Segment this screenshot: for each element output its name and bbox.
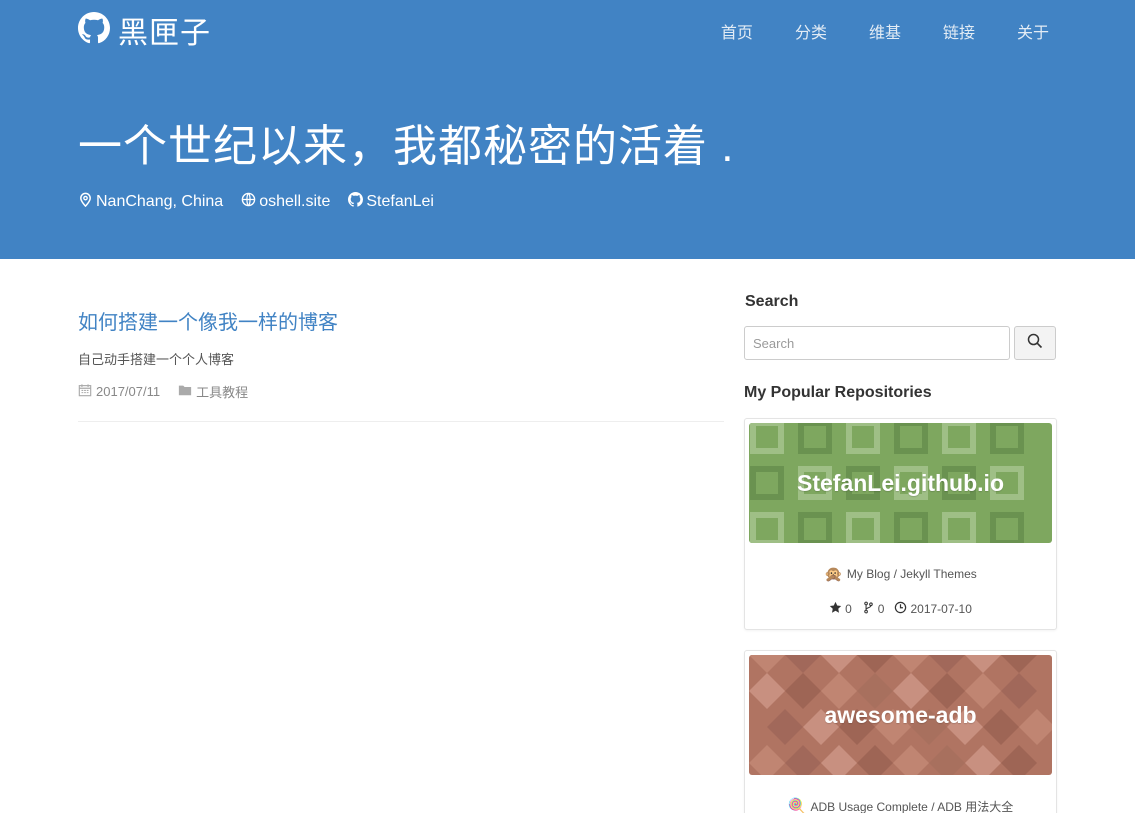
- post-category-text: 工具教程: [196, 385, 249, 400]
- post-date-text: 2017/07/11: [96, 384, 161, 399]
- nav-about[interactable]: 关于: [1017, 22, 1049, 46]
- main-nav: 首页 分类 维基 链接 关于: [679, 22, 1049, 46]
- location-text: NanChang, China: [96, 193, 224, 210]
- hero-title: 一个世纪以来，我都秘密的活着 .: [78, 122, 735, 171]
- globe-icon: [241, 192, 256, 212]
- repo-name: StefanLei.github.io: [797, 469, 1004, 496]
- post-title-link[interactable]: 如何搭建一个像我一样的博客: [78, 306, 338, 335]
- repo-forks-count: 0: [877, 602, 885, 616]
- brand[interactable]: 黑匣子: [78, 11, 211, 50]
- nav-links[interactable]: 链接: [943, 22, 975, 46]
- nav-wiki[interactable]: 维基: [869, 22, 901, 46]
- folder-icon: [178, 383, 192, 400]
- profile-meta: NanChang, China oshell.site StefanLei: [78, 192, 452, 212]
- post-item: 如何搭建一个像我一样的博客 自己动手搭建一个个人博客 2017/07/11 工具…: [78, 306, 724, 401]
- calendar-icon: [78, 383, 92, 400]
- lollipop-emoji-icon: 🍭: [787, 798, 807, 813]
- github-profile-link[interactable]: StefanLei: [348, 192, 434, 212]
- search-input[interactable]: [744, 326, 1010, 360]
- repos-heading: My Popular Repositories: [744, 384, 932, 401]
- repo-name: awesome-adb: [824, 701, 977, 728]
- repo-stats: 0 0 2017-07-10: [745, 601, 1056, 617]
- repo-description-text: ADB Usage Complete / ADB 用法大全: [810, 799, 1014, 813]
- post-date: 2017/07/11: [78, 383, 160, 400]
- repo-updated-date: 2017-07-10: [910, 602, 972, 616]
- post-category[interactable]: 工具教程: [178, 382, 248, 401]
- star-icon: [829, 601, 842, 617]
- brand-name: 黑匣子: [118, 17, 211, 50]
- repo-stars: 0: [829, 601, 852, 617]
- location-link[interactable]: NanChang, China: [78, 192, 223, 212]
- post-divider: [78, 421, 724, 422]
- repo-card: awesome-adb 🍭 ADB Usage Complete / ADB 用…: [744, 650, 1057, 813]
- repo-forks: 0: [862, 601, 885, 617]
- repo-banner[interactable]: StefanLei.github.io: [749, 423, 1052, 543]
- nav-categories[interactable]: 分类: [795, 22, 827, 46]
- repo-updated: 2017-07-10: [894, 601, 972, 617]
- github-icon: [348, 192, 364, 212]
- nav-home[interactable]: 首页: [721, 22, 753, 46]
- monkey-emoji-icon: 🙊: [824, 566, 843, 583]
- github-username: StefanLei: [366, 193, 434, 210]
- repo-description: 🍭 ADB Usage Complete / ADB 用法大全: [745, 797, 1056, 813]
- post-meta: 2017/07/11 工具教程: [78, 382, 724, 401]
- fork-icon: [862, 601, 875, 617]
- website-link[interactable]: oshell.site: [241, 192, 330, 212]
- website-text: oshell.site: [259, 193, 331, 210]
- search-heading: Search: [745, 293, 799, 310]
- search-icon: [1027, 333, 1043, 354]
- repo-description-text: My Blog / Jekyll Themes: [846, 567, 977, 581]
- map-pin-icon: [78, 192, 93, 212]
- github-icon: [78, 11, 110, 49]
- search-button[interactable]: [1014, 326, 1056, 360]
- post-excerpt: 自己动手搭建一个个人博客: [78, 352, 235, 367]
- repo-description: 🙊 My Blog / Jekyll Themes: [745, 565, 1056, 583]
- clock-icon: [894, 601, 907, 617]
- site-header: 黑匣子 首页 分类 维基 链接 关于 一个世纪以来，我都秘密的活着 . NanC…: [0, 0, 1135, 259]
- repo-card: StefanLei.github.io 🙊 My Blog / Jekyll T…: [744, 418, 1057, 630]
- repo-banner[interactable]: awesome-adb: [749, 655, 1052, 775]
- repo-stars-count: 0: [845, 602, 852, 616]
